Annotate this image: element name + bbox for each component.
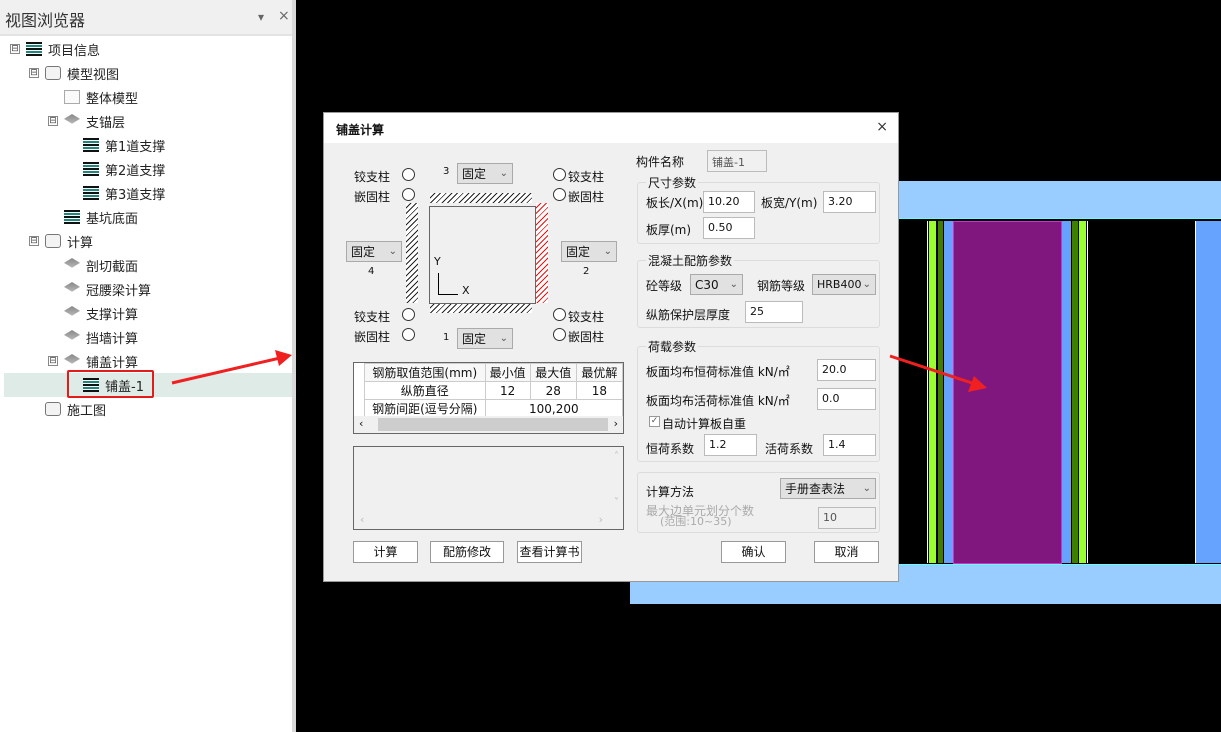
arrow-icon: [889, 354, 987, 392]
arrow-icon: [171, 350, 292, 385]
annotation-arrows: [171, 350, 987, 392]
